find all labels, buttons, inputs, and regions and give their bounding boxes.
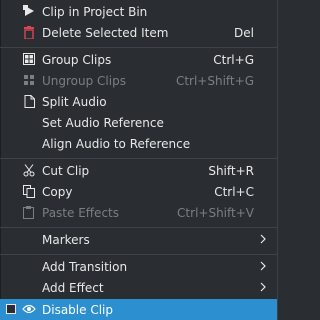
ungroup-icon xyxy=(22,73,36,87)
menu-item-disable-clip[interactable]: Disable Clip xyxy=(0,299,277,320)
menu-item-shortcut: Ctrl+G xyxy=(213,52,254,67)
menu-item-label: Add Transition xyxy=(42,259,128,274)
menu-item-label: Ungroup Clips xyxy=(42,73,126,88)
menu-item-clip-in-project-bin[interactable]: Clip in Project Bin xyxy=(0,1,277,22)
menu-item-label: Markers xyxy=(42,232,90,247)
menu-item-label: Group Clips xyxy=(42,52,112,67)
menu-separator xyxy=(0,254,277,255)
menu-item-label: Cut Clip xyxy=(42,163,90,178)
menu-item-markers[interactable]: Markers xyxy=(0,229,277,250)
menu-item-label: Delete Selected Item xyxy=(42,25,169,40)
menu-separator xyxy=(0,47,277,48)
menu-item-add-effect[interactable]: Add Effect xyxy=(0,277,277,298)
menu-item-label: Add Effect xyxy=(42,280,104,295)
menu-item-label: Paste Effects xyxy=(42,205,119,220)
disable-clip-checkbox[interactable] xyxy=(6,304,16,314)
menu-item-label: Clip in Project Bin xyxy=(42,4,148,19)
menu-item-shortcut: Ctrl+C xyxy=(214,184,254,199)
menu-item-label: Disable Clip xyxy=(42,302,113,317)
document-icon xyxy=(22,94,36,108)
chevron-right-icon xyxy=(259,281,269,293)
menu-item-shortcut: Del xyxy=(234,25,254,40)
menu-item-shortcut: Shift+R xyxy=(208,163,254,178)
menu-item-add-transition[interactable]: Add Transition xyxy=(0,256,277,277)
menu-item-label: Set Audio Reference xyxy=(42,115,164,130)
chevron-right-icon xyxy=(259,233,269,245)
menu-item-paste-effects: Paste Effects Ctrl+Shift+V xyxy=(0,202,277,223)
menu-item-label: Copy xyxy=(42,184,73,199)
clip-bin-icon xyxy=(22,4,36,18)
menu-separator xyxy=(0,158,277,159)
context-menu: Clip in Project Bin Delete Selected Item… xyxy=(0,0,278,320)
menu-item-shortcut: Ctrl+Shift+G xyxy=(175,73,254,88)
trash-icon xyxy=(22,25,36,39)
scissors-icon xyxy=(22,163,36,177)
chevron-right-icon xyxy=(259,260,269,272)
menu-item-label: Split Audio xyxy=(42,94,107,109)
menu-item-delete-selected-item[interactable]: Delete Selected Item Del xyxy=(0,22,277,43)
copy-icon xyxy=(22,184,36,198)
menu-item-ungroup-clips: Ungroup Clips Ctrl+Shift+G xyxy=(0,70,277,91)
menu-separator xyxy=(0,227,277,228)
menu-item-set-audio-reference[interactable]: Set Audio Reference xyxy=(0,112,277,133)
menu-item-align-audio-to-reference[interactable]: Align Audio to Reference xyxy=(0,133,277,154)
paste-icon xyxy=(22,205,36,219)
menu-item-split-audio[interactable]: Split Audio xyxy=(0,91,277,112)
eye-icon xyxy=(22,302,36,316)
menu-item-cut-clip[interactable]: Cut Clip Shift+R xyxy=(0,160,277,181)
menu-item-copy[interactable]: Copy Ctrl+C xyxy=(0,181,277,202)
menu-item-group-clips[interactable]: Group Clips Ctrl+G xyxy=(0,49,277,70)
menu-item-shortcut: Ctrl+Shift+V xyxy=(177,205,254,220)
menu-item-label: Align Audio to Reference xyxy=(42,136,191,151)
group-icon xyxy=(22,52,36,66)
